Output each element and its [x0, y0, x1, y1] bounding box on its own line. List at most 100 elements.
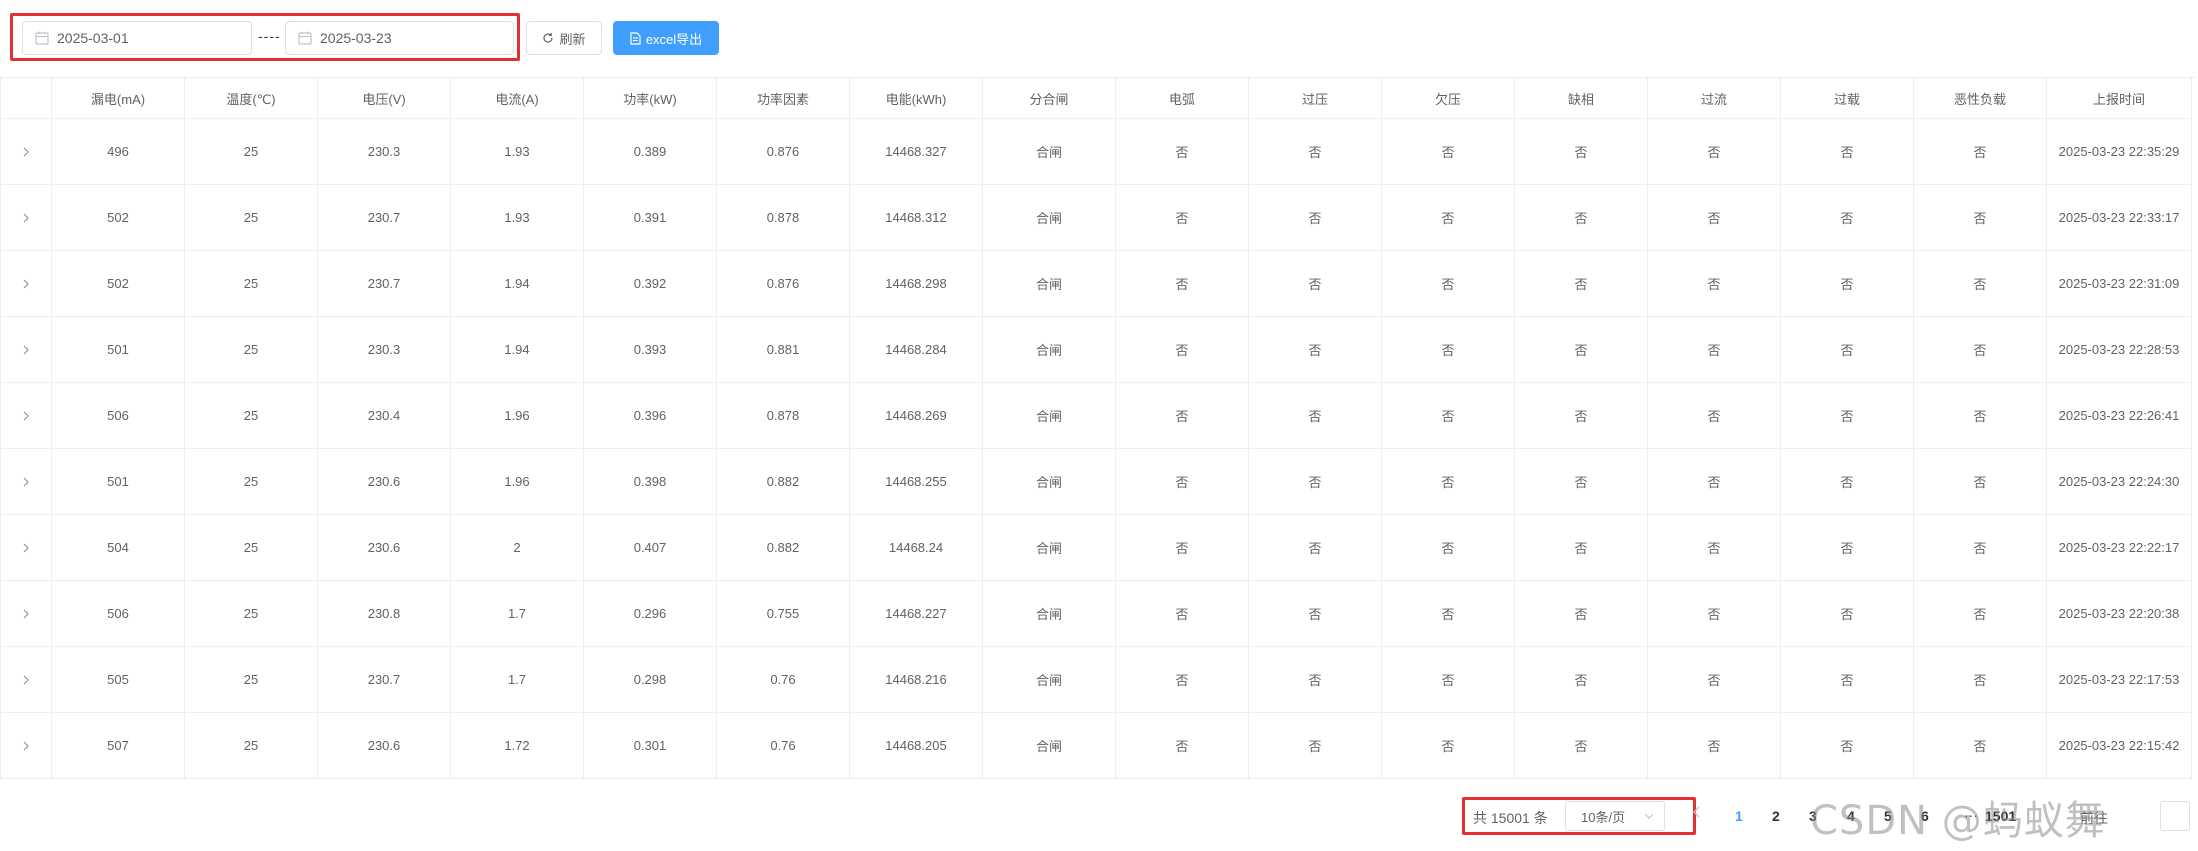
- table-cell: 否: [1914, 713, 2047, 779]
- table-cell: 否: [1249, 449, 1382, 515]
- column-header: 过压: [1249, 78, 1382, 119]
- calendar-icon: [298, 31, 312, 45]
- column-header: 电能(kWh): [850, 78, 983, 119]
- table-cell: 0.389: [584, 119, 717, 185]
- table-cell: 1.94: [451, 251, 584, 317]
- table-cell: 否: [1515, 251, 1648, 317]
- table-cell: 230.6: [318, 449, 451, 515]
- table-cell: 0.301: [584, 713, 717, 779]
- table-cell: 否: [1249, 515, 1382, 581]
- refresh-label: 刷新: [559, 31, 586, 47]
- table-cell: 25: [185, 383, 318, 449]
- expand-row-button[interactable]: [1, 185, 52, 251]
- column-header: 过流: [1648, 78, 1781, 119]
- expand-row-button[interactable]: [1, 449, 52, 515]
- table-cell: 14468.255: [850, 449, 983, 515]
- page-ellipsis[interactable]: ···: [1964, 807, 1978, 823]
- table-cell: 否: [1914, 251, 2047, 317]
- table-cell: 否: [1382, 317, 1515, 383]
- table-cell: 否: [1648, 581, 1781, 647]
- table-cell: 合闸: [983, 581, 1116, 647]
- chevron-right-icon: [23, 345, 29, 354]
- table-cell: 否: [1515, 185, 1648, 251]
- table-cell: 14468.284: [850, 317, 983, 383]
- table-cell: 0.882: [717, 449, 850, 515]
- expand-row-button[interactable]: [1, 317, 52, 383]
- table-cell: 25: [185, 713, 318, 779]
- table-cell: 2025-03-23 22:35:29: [2047, 119, 2192, 185]
- table-cell: 2025-03-23 22:20:38: [2047, 581, 2192, 647]
- chevron-right-icon: [23, 411, 29, 420]
- table-cell: 14468.205: [850, 713, 983, 779]
- table-cell: 否: [1116, 185, 1249, 251]
- table-cell: 230.8: [318, 581, 451, 647]
- prev-page-button[interactable]: [1692, 805, 1702, 824]
- table-cell: 25: [185, 185, 318, 251]
- table-cell: 否: [1116, 713, 1249, 779]
- column-header: 缺相: [1515, 78, 1648, 119]
- table-cell: 合闸: [983, 317, 1116, 383]
- table-cell: 2025-03-23 22:15:42: [2047, 713, 2192, 779]
- table-cell: 506: [52, 581, 185, 647]
- page-size-select[interactable]: 10条/页: [1565, 801, 1665, 831]
- column-header: 恶性负载: [1914, 78, 2047, 119]
- expand-row-button[interactable]: [1, 383, 52, 449]
- expand-row-button[interactable]: [1, 581, 52, 647]
- table-cell: 否: [1781, 119, 1914, 185]
- chevron-right-icon: [23, 477, 29, 486]
- table-cell: 505: [52, 647, 185, 713]
- table-cell: 0.76: [717, 713, 850, 779]
- table-cell: 否: [1249, 251, 1382, 317]
- table-cell: 否: [1249, 383, 1382, 449]
- table-cell: 否: [1249, 581, 1382, 647]
- table-row: 501 25 230.6 1.96 0.398 0.882 14468.255 合闸否否否否否…: [1, 449, 2195, 515]
- column-header: 漏电(mA): [52, 78, 185, 119]
- page-6[interactable]: 6: [1921, 808, 1929, 824]
- table-row: 496 25 230.3 1.93 0.389 0.876 14468.327 合闸否否否否否…: [1, 119, 2195, 185]
- excel-export-button[interactable]: excel导出: [613, 21, 719, 55]
- expand-row-button[interactable]: [1, 647, 52, 713]
- page-4[interactable]: 4: [1847, 808, 1855, 824]
- expand-row-button[interactable]: [1, 251, 52, 317]
- table-cell: 否: [1914, 515, 2047, 581]
- table-cell: 2025-03-23 22:28:53: [2047, 317, 2192, 383]
- expand-row-button[interactable]: [1, 713, 52, 779]
- expand-row-button[interactable]: [1, 119, 52, 185]
- table-cell: 2025-03-23 22:33:17: [2047, 185, 2192, 251]
- page-2[interactable]: 2: [1772, 808, 1780, 824]
- table-cell: 否: [1648, 119, 1781, 185]
- page-last[interactable]: 1501: [1985, 808, 2016, 824]
- table-cell: 否: [1781, 449, 1914, 515]
- table-cell: 否: [1116, 449, 1249, 515]
- table-cell: 14468.227: [850, 581, 983, 647]
- table-cell: 否: [1382, 119, 1515, 185]
- table-cell: 0.882: [717, 515, 850, 581]
- table-cell: 否: [1515, 119, 1648, 185]
- page-1[interactable]: 1: [1735, 808, 1743, 824]
- chevron-right-icon: [23, 675, 29, 684]
- table-cell: 否: [1914, 647, 2047, 713]
- table-cell: 0.76: [717, 647, 850, 713]
- page-5[interactable]: 5: [1884, 808, 1892, 824]
- end-date-input[interactable]: 2025-03-23: [285, 21, 514, 55]
- goto-page-input[interactable]: [2160, 801, 2190, 831]
- table-cell: 14468.327: [850, 119, 983, 185]
- refresh-button[interactable]: 刷新: [526, 21, 602, 55]
- table-cell: 合闸: [983, 647, 1116, 713]
- page-3[interactable]: 3: [1809, 808, 1817, 824]
- column-header: 温度(℃): [185, 78, 318, 119]
- table-cell: 230.3: [318, 119, 451, 185]
- table-cell: 否: [1648, 251, 1781, 317]
- table-cell: 否: [1648, 449, 1781, 515]
- table-cell: 否: [1382, 383, 1515, 449]
- table-cell: 否: [1382, 581, 1515, 647]
- start-date-input[interactable]: 2025-03-01: [22, 21, 252, 55]
- table-cell: 0.407: [584, 515, 717, 581]
- table-cell: 否: [1116, 317, 1249, 383]
- expand-row-button[interactable]: [1, 515, 52, 581]
- table-cell: 230.4: [318, 383, 451, 449]
- table-row: 505 25 230.7 1.7 0.298 0.76 14468.216 合闸否否否否否否否…: [1, 647, 2195, 713]
- column-header: 功率(kW): [584, 78, 717, 119]
- table-cell: 25: [185, 317, 318, 383]
- table-cell: 0.298: [584, 647, 717, 713]
